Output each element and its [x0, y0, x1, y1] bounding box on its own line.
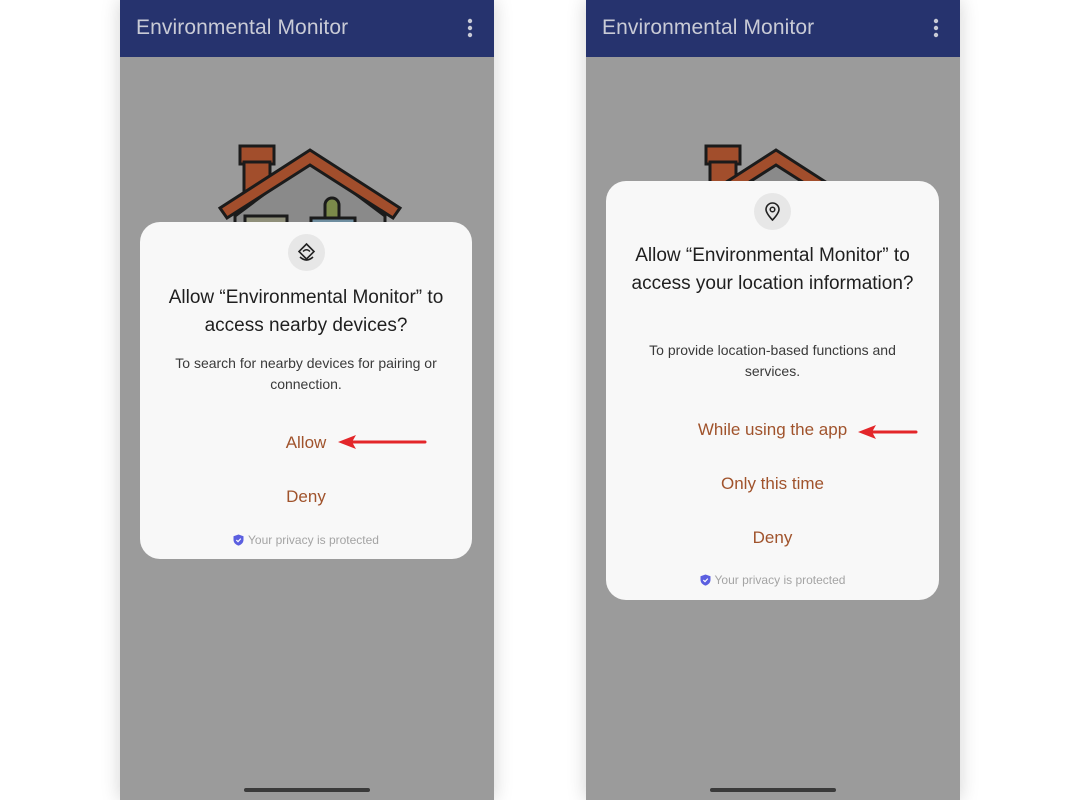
more-vert-icon[interactable] [460, 17, 480, 39]
phone-screen-right: Environmental Monitor Allow “Environment… [586, 0, 960, 800]
permission-icon-badge [288, 234, 325, 271]
privacy-notice: Your privacy is protected [606, 573, 939, 587]
nearby-devices-icon [297, 242, 316, 261]
phone-screen-left: Environmental Monitor Allow “Environment [120, 0, 494, 800]
permission-icon-badge [754, 193, 791, 230]
dialog-title: Allow “Environmental Monitor” to access … [168, 287, 444, 336]
only-this-time-button[interactable]: Only this time [646, 469, 899, 499]
deny-button[interactable]: Deny [646, 523, 899, 553]
app-title: Environmental Monitor [136, 16, 349, 39]
location-pin-icon [765, 202, 780, 222]
app-title: Environmental Monitor [602, 16, 815, 39]
shield-icon [233, 534, 244, 546]
more-vert-icon[interactable] [926, 17, 946, 39]
location-permission-dialog: Allow “Environmental Monitor” to access … [606, 181, 939, 600]
annotation-arrow-icon [338, 435, 427, 449]
annotation-arrow-icon [858, 425, 918, 439]
gesture-home-bar[interactable] [244, 788, 370, 792]
nearby-devices-permission-dialog: Allow “Environmental Monitor” to access … [140, 222, 472, 559]
app-bar: Environmental Monitor [586, 0, 960, 57]
dialog-title: Allow “Environmental Monitor” to access … [631, 245, 914, 294]
privacy-notice: Your privacy is protected [140, 533, 472, 547]
privacy-text: Your privacy is protected [714, 573, 846, 587]
dialog-description: To provide location-based functions and … [649, 342, 896, 379]
privacy-text: Your privacy is protected [248, 533, 379, 547]
deny-button[interactable]: Deny [180, 482, 432, 512]
shield-icon [700, 574, 711, 586]
app-bar: Environmental Monitor [120, 0, 494, 57]
gesture-home-bar[interactable] [710, 788, 836, 792]
dialog-description: To search for nearby devices for pairing… [175, 355, 437, 392]
